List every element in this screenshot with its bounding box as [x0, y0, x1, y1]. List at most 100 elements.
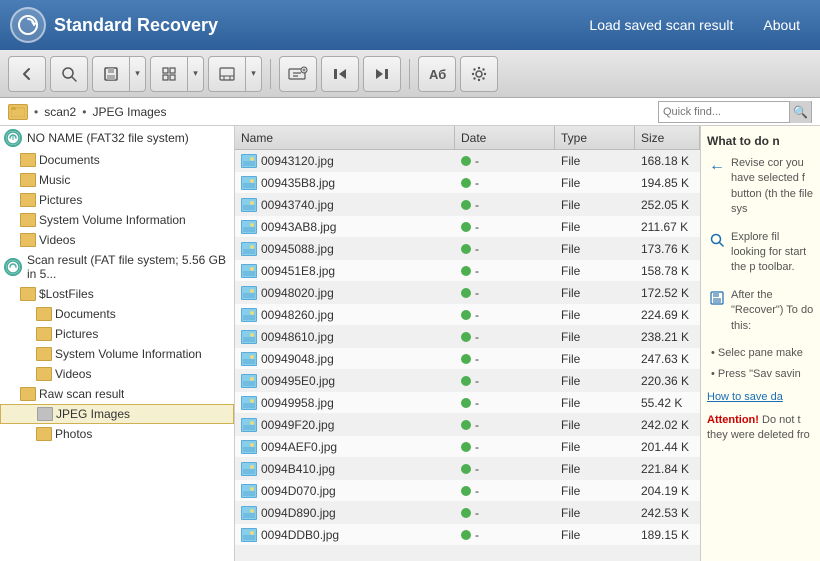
file-row[interactable]: 00943AB8.jpg - File 211.67 K: [235, 216, 700, 238]
file-row[interactable]: 00943120.jpg - File 168.18 K: [235, 150, 700, 172]
tree-item-photos[interactable]: Photos: [0, 424, 234, 444]
status-dot: [461, 178, 471, 188]
preview-dropdown-arrow[interactable]: ▾: [246, 56, 262, 92]
find-button[interactable]: [279, 56, 317, 92]
tree-item-jpeg-images[interactable]: JPEG Images: [0, 404, 234, 424]
about-link[interactable]: About: [763, 17, 800, 33]
info-attention-section: Attention! Do not t they were deleted fr…: [707, 413, 814, 444]
file-list-header: Name Date Type Size: [235, 126, 700, 150]
file-row[interactable]: 00943740.jpg - File 252.05 K: [235, 194, 700, 216]
separator-2: [409, 59, 410, 89]
file-name-cell: 00943740.jpg: [235, 194, 455, 215]
tree-item-system-volume-1[interactable]: System Volume Information: [0, 210, 234, 230]
file-row[interactable]: 0094D070.jpg - File 204.19 K: [235, 480, 700, 502]
tree-item-documents-2[interactable]: Documents: [0, 304, 234, 324]
tree-scan-result[interactable]: Scan result (FAT file system; 5.56 GB in…: [0, 250, 234, 284]
folder-icon: [36, 307, 52, 321]
file-img-icon: [241, 330, 257, 344]
view-button[interactable]: [150, 56, 188, 92]
breadcrumb-path2[interactable]: JPEG Images: [92, 105, 166, 119]
file-type-cell: File: [555, 502, 635, 523]
file-img-icon: [241, 176, 257, 190]
file-row[interactable]: 009451E8.jpg - File 158.78 K: [235, 260, 700, 282]
status-dot: [461, 398, 471, 408]
folder-icon: [36, 327, 52, 341]
save-button[interactable]: [92, 56, 130, 92]
file-img-icon: [241, 440, 257, 454]
file-img-icon: [241, 154, 257, 168]
preview-button[interactable]: [208, 56, 246, 92]
info-text-3: After the "Recover") To do this:: [731, 288, 814, 334]
tree-item-videos-2[interactable]: Videos: [0, 364, 234, 384]
status-dot: [461, 354, 471, 364]
file-row[interactable]: 00949958.jpg - File 55.42 K: [235, 392, 700, 414]
search-input[interactable]: [659, 106, 789, 118]
file-row[interactable]: 009435B8.jpg - File 194.85 K: [235, 172, 700, 194]
col-header-size[interactable]: Size: [635, 126, 700, 149]
file-row[interactable]: 00945088.jpg - File 173.76 K: [235, 238, 700, 260]
file-row[interactable]: 0094DDB0.jpg - File 189.15 K: [235, 524, 700, 546]
file-row[interactable]: 0094AEF0.jpg - File 201.44 K: [235, 436, 700, 458]
breadcrumb-path1[interactable]: scan2: [44, 105, 76, 119]
file-date-cell: -: [455, 172, 555, 193]
col-header-type[interactable]: Type: [555, 126, 635, 149]
file-row[interactable]: 00949F20.jpg - File 242.02 K: [235, 414, 700, 436]
file-type-cell: File: [555, 260, 635, 281]
settings-button[interactable]: [460, 56, 498, 92]
tree-drive-no-name[interactable]: NO NAME (FAT32 file system): [0, 126, 234, 150]
file-row[interactable]: 0094B410.jpg - File 221.84 K: [235, 458, 700, 480]
file-name-cell: 009435B8.jpg: [235, 172, 455, 193]
tree-item-videos-1[interactable]: Videos: [0, 230, 234, 250]
tree-item-system-volume-2[interactable]: System Volume Information: [0, 344, 234, 364]
tree-item-raw-scan[interactable]: Raw scan result: [0, 384, 234, 404]
file-name-cell: 009451E8.jpg: [235, 260, 455, 281]
folder-icon: [36, 347, 52, 361]
next-button[interactable]: [363, 56, 401, 92]
status-dot: [461, 530, 471, 540]
col-header-date[interactable]: Date: [455, 126, 555, 149]
file-name-cell: 0094DDB0.jpg: [235, 524, 455, 545]
scan-result-label: Scan result (FAT file system; 5.56 GB in…: [27, 253, 230, 281]
breadcrumb-bar: • scan2 • JPEG Images 🔍: [0, 98, 820, 126]
file-img-icon: [241, 220, 257, 234]
file-date-cell: -: [455, 150, 555, 171]
file-row[interactable]: 00948610.jpg - File 238.21 K: [235, 326, 700, 348]
load-scan-link[interactable]: Load saved scan result: [589, 17, 733, 33]
file-row[interactable]: 00949048.jpg - File 247.63 K: [235, 348, 700, 370]
file-date-cell: -: [455, 502, 555, 523]
breadcrumb-folder-icon: [8, 104, 28, 120]
breadcrumb-dot1: •: [34, 105, 38, 119]
tree-item-documents-1[interactable]: Documents: [0, 150, 234, 170]
tree-item-pictures-1[interactable]: Pictures: [0, 190, 234, 210]
attention-label: Attention!: [707, 414, 759, 426]
file-list-panel: Name Date Type Size 00943120.jpg: [235, 126, 700, 561]
file-date-cell: -: [455, 392, 555, 413]
tree-item-music[interactable]: Music: [0, 170, 234, 190]
file-img-icon: [241, 308, 257, 322]
rename-button[interactable]: Аб: [418, 56, 456, 92]
back-button[interactable]: [8, 56, 46, 92]
col-header-name[interactable]: Name: [235, 126, 455, 149]
view-dropdown-arrow[interactable]: ▾: [188, 56, 204, 92]
file-date-cell: -: [455, 326, 555, 347]
file-size-cell: 220.36 K: [635, 370, 700, 391]
file-row[interactable]: 0094D890.jpg - File 242.53 K: [235, 502, 700, 524]
file-row[interactable]: 00948020.jpg - File 172.52 K: [235, 282, 700, 304]
tree-item-lost-files[interactable]: $LostFiles: [0, 284, 234, 304]
info-link[interactable]: How to save da: [707, 391, 814, 403]
search-submit-button[interactable]: 🔍: [789, 101, 811, 123]
file-row[interactable]: 00948260.jpg - File 224.69 K: [235, 304, 700, 326]
tree-item-pictures-2[interactable]: Pictures: [0, 324, 234, 344]
toolbar: ▾ ▾ ▾ Аб: [0, 50, 820, 98]
search-button[interactable]: [50, 56, 88, 92]
save-dropdown-arrow[interactable]: ▾: [130, 56, 146, 92]
file-name-cell: 00943AB8.jpg: [235, 216, 455, 237]
file-size-cell: 158.78 K: [635, 260, 700, 281]
file-type-cell: File: [555, 348, 635, 369]
file-img-icon: [241, 352, 257, 366]
save-icon: [707, 288, 727, 308]
file-row[interactable]: 009495E0.jpg - File 220.36 K: [235, 370, 700, 392]
file-size-cell: 204.19 K: [635, 480, 700, 501]
folder-icon-gray: [37, 407, 53, 421]
prev-button[interactable]: [321, 56, 359, 92]
